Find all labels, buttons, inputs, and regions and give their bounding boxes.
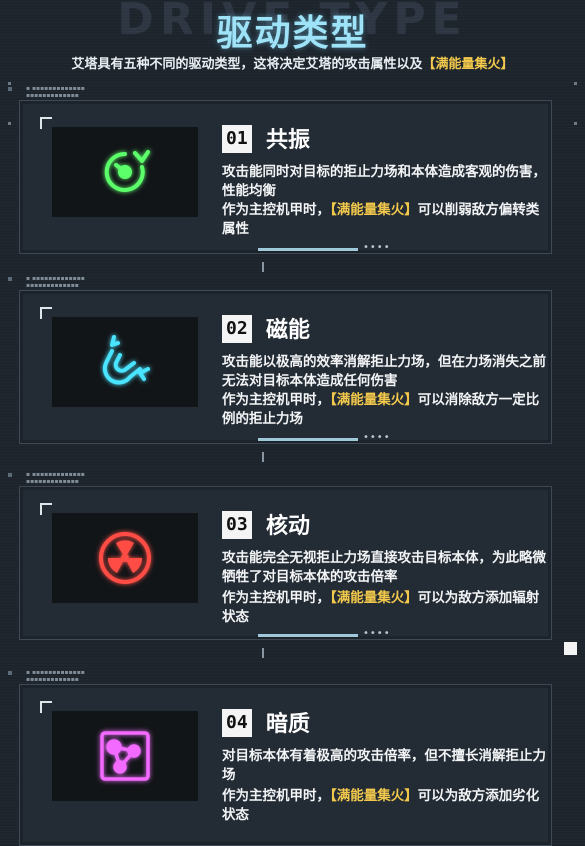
card-accent-bar	[258, 248, 358, 251]
note-highlight: 【满能量集火】	[330, 590, 418, 606]
card-number: 03	[222, 511, 252, 539]
page-title: 驱动类型	[216, 13, 369, 54]
icon-frame	[52, 127, 198, 217]
card-effect-note: 作为主控机甲时，【满能量集火】可以削弱敌方偏转类属性	[222, 201, 547, 239]
note-prefix: 作为主控机甲时，	[222, 392, 330, 408]
edge-marker	[8, 122, 11, 125]
drive-type-card-dark-matter: ▪ ▪▪▪▪▪▪▪▪▪▪▪▪▪ ▪▪▪▪▪▪▪▪▪▪▪▪▪ 04 暗质 对目标本体…	[8, 669, 552, 846]
subtitle-text: 艾塔具有五种不同的驱动类型，这将决定艾塔的攻击属性以及	[71, 57, 423, 72]
connector-tick	[262, 262, 264, 272]
radiation-icon	[99, 532, 151, 584]
card-number: 02	[222, 315, 252, 343]
card-description: 对目标本体有着极高的攻击倍率，但不擅长消解拒止力场	[222, 748, 546, 783]
card-dots: ••••	[363, 242, 391, 253]
card-decor-tag: ▪ ▪▪▪▪▪▪▪▪▪▪▪▪▪ ▪▪▪▪▪▪▪▪▪▪▪▪▪	[26, 471, 85, 485]
icon-frame	[52, 711, 198, 801]
corner-bracket	[40, 701, 52, 713]
subtitle-highlight: 【满能量集火】	[422, 57, 514, 72]
resonance-icon	[104, 150, 150, 192]
note-prefix: 作为主控机甲时，	[222, 788, 330, 804]
card-effect-note: 作为主控机甲时，【满能量集火】可以为敌方添加劣化状态	[222, 787, 547, 825]
card-type-name: 共振	[266, 128, 311, 153]
card-type-name: 核动	[266, 514, 311, 539]
connector-tick	[262, 452, 264, 462]
card-number: 04	[222, 709, 252, 737]
card-decor-tag: ▪ ▪▪▪▪▪▪▪▪▪▪▪▪▪ ▪▪▪▪▪▪▪▪▪▪▪▪▪	[26, 275, 85, 289]
note-highlight: 【满能量集火】	[330, 202, 418, 218]
card-effect-note: 作为主控机甲时，【满能量集火】可以为敌方添加辐射状态	[222, 589, 547, 627]
card-effect-note: 作为主控机甲时，【满能量集火】可以消除敌方一定比例的拒止力场	[222, 391, 547, 429]
note-highlight: 【满能量集火】	[330, 392, 418, 408]
card-type-name: 暗质	[266, 712, 311, 737]
magnet-icon	[102, 335, 150, 385]
card-description: 攻击能以极高的效率消解拒止力场，但在力场消失之前无法对目标本体造成任何伤害	[222, 354, 546, 389]
page-subtitle: 艾塔具有五种不同的驱动类型，这将决定艾塔的攻击属性以及【满能量集火】	[0, 53, 585, 72]
card-decor-tag: ▪ ▪▪▪▪▪▪▪▪▪▪▪▪▪ ▪▪▪▪▪▪▪▪▪▪▪▪▪	[26, 85, 85, 99]
card-description: 攻击能同时对目标的拒止力场和本体造成客观的伤害，性能均衡	[222, 164, 546, 199]
note-highlight: 【满能量集火】	[330, 788, 418, 804]
corner-bracket	[40, 117, 52, 129]
card-accent-bar	[258, 438, 358, 441]
note-prefix: 作为主控机甲时，	[222, 590, 330, 606]
card-number: 01	[222, 125, 252, 153]
corner-bracket	[40, 307, 52, 319]
side-square-marker	[564, 642, 577, 655]
card-decor-tag: ▪ ▪▪▪▪▪▪▪▪▪▪▪▪▪ ▪▪▪▪▪▪▪▪▪▪▪▪▪	[26, 669, 85, 683]
card-dots: ••••	[363, 628, 391, 639]
card-dots: ••••	[363, 432, 391, 443]
drive-type-card-nuclear: ▪ ▪▪▪▪▪▪▪▪▪▪▪▪▪ ▪▪▪▪▪▪▪▪▪▪▪▪▪ 03 核动 攻击能完全…	[8, 471, 552, 640]
edge-marker	[8, 82, 11, 85]
drive-type-card-magnetic: ▪ ▪▪▪▪▪▪▪▪▪▪▪▪▪ ▪▪▪▪▪▪▪▪▪▪▪▪▪ 02 磁能 攻击能以极…	[8, 275, 552, 444]
icon-frame	[52, 317, 198, 407]
note-prefix: 作为主控机甲时，	[222, 202, 330, 218]
card-type-name: 磁能	[266, 318, 311, 343]
card-accent-bar	[258, 634, 358, 637]
card-description: 攻击能完全无视拒止力场直接攻击目标本体，为此略微牺牲了对目标本体的攻击倍率	[222, 550, 546, 585]
icon-frame	[52, 513, 198, 603]
connector-tick	[262, 648, 264, 658]
corner-bracket	[40, 503, 52, 515]
edge-marker	[574, 82, 577, 85]
dark-matter-icon	[100, 731, 150, 781]
drive-type-card-resonance: ▪ ▪▪▪▪▪▪▪▪▪▪▪▪▪ ▪▪▪▪▪▪▪▪▪▪▪▪▪ 01 共振 攻击能同时…	[8, 85, 552, 254]
edge-marker	[574, 122, 577, 125]
